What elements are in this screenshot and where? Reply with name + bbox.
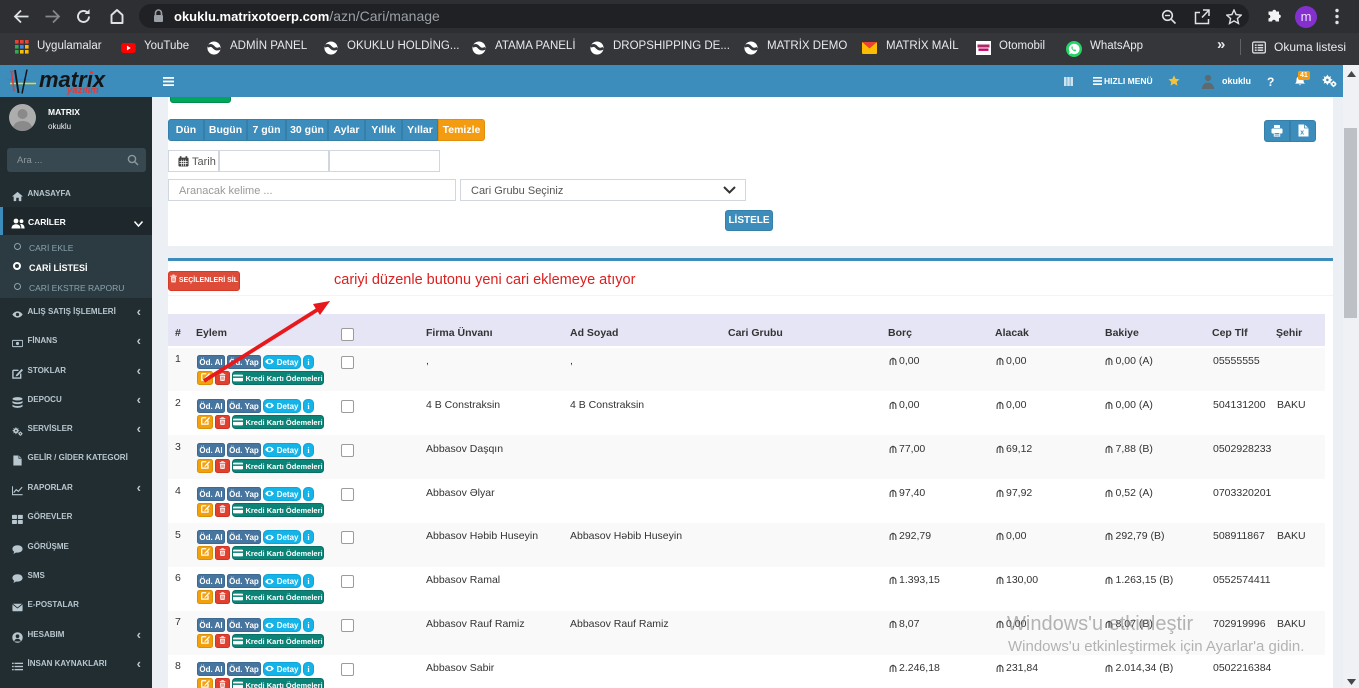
svg-text:x: x [1300, 130, 1304, 137]
